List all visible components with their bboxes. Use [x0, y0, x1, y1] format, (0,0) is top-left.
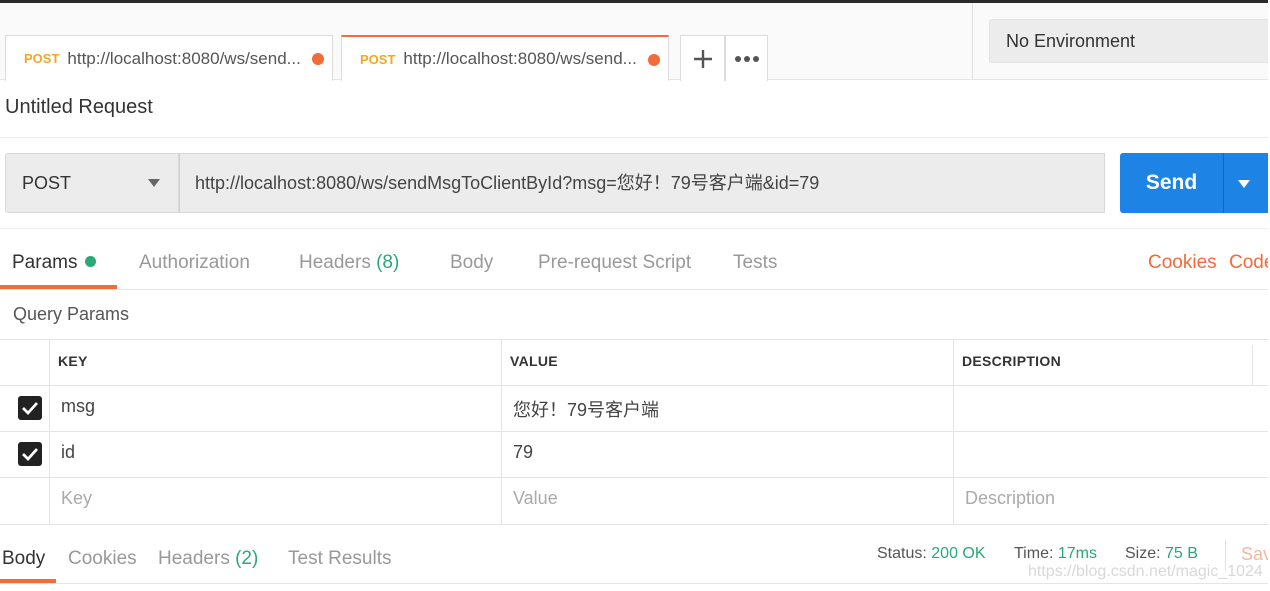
- request-tab-2[interactable]: POST http://localhost:8080/ws/send...: [341, 35, 669, 81]
- response-size: Size: 75 B: [1125, 545, 1198, 563]
- divider: [0, 583, 1270, 584]
- tab-params[interactable]: Params: [12, 252, 97, 274]
- time-value: 17ms: [1057, 545, 1097, 562]
- more-tabs-button[interactable]: [725, 35, 768, 81]
- tab-label: Params: [12, 252, 78, 273]
- cookies-link[interactable]: Cookies: [1148, 252, 1217, 274]
- query-params-table: KEY VALUE DESCRIPTION msg 您好！79号客户端 id 7…: [0, 339, 1270, 524]
- tab-authorization[interactable]: Authorization: [139, 252, 250, 274]
- save-response-button[interactable]: Sav: [1241, 544, 1270, 565]
- table-border: [0, 339, 1270, 340]
- method-label: POST: [22, 173, 72, 193]
- param-checkbox[interactable]: [18, 396, 42, 420]
- param-key[interactable]: id: [61, 442, 75, 463]
- column-divider: [953, 339, 954, 524]
- tab-prerequest-script[interactable]: Pre-request Script: [538, 252, 691, 274]
- column-divider: [1252, 345, 1253, 385]
- tab-url: http://localhost:8080/ws/send...: [67, 48, 301, 68]
- tab-headers[interactable]: Headers (8): [299, 252, 399, 274]
- column-header-description: DESCRIPTION: [962, 353, 1061, 369]
- query-params-title: Query Params: [13, 304, 130, 324]
- plus-icon: [693, 49, 712, 68]
- tab-method: POST: [24, 51, 60, 66]
- response-tab-cookies[interactable]: Cookies: [68, 548, 137, 570]
- active-dot-icon: [85, 256, 97, 267]
- new-key-input[interactable]: Key: [61, 488, 92, 509]
- ellipsis-icon: [734, 55, 759, 62]
- tab-url: http://localhost:8080/ws/send...: [403, 49, 637, 68]
- send-label: Send: [1145, 171, 1198, 194]
- new-value-input[interactable]: Value: [513, 488, 558, 509]
- request-tab-1[interactable]: POST http://localhost:8080/ws/send...: [5, 35, 333, 81]
- chevron-down-icon: [148, 179, 160, 187]
- param-value[interactable]: 您好！79号客户端: [513, 396, 659, 422]
- unsaved-dot-icon: [648, 54, 660, 66]
- table-border: [0, 477, 1270, 478]
- divider: [0, 289, 1270, 290]
- tab-label: Headers: [158, 548, 230, 569]
- column-divider: [501, 339, 502, 524]
- request-tab-bar: POST http://localhost:8080/ws/send... PO…: [0, 3, 972, 81]
- divider: [0, 137, 1270, 138]
- environment-bar: No Environment: [972, 3, 1270, 80]
- param-checkbox[interactable]: [18, 442, 42, 466]
- status-label: Status:: [877, 545, 927, 562]
- response-divider: [0, 524, 1270, 525]
- column-divider: [49, 339, 50, 524]
- request-title[interactable]: Untitled Request: [5, 96, 153, 119]
- url-input[interactable]: http://localhost:8080/ws/sendMsgToClient…: [179, 153, 1105, 213]
- param-key[interactable]: msg: [61, 396, 95, 417]
- tab-method: POST: [360, 51, 396, 67]
- response-tab-test-results[interactable]: Test Results: [288, 548, 391, 570]
- response-tab-body[interactable]: Body: [2, 548, 45, 570]
- time-label: Time:: [1014, 545, 1054, 562]
- size-label: Size:: [1125, 545, 1161, 562]
- table-border: [0, 385, 1270, 386]
- size-value: 75 B: [1165, 545, 1198, 562]
- param-value[interactable]: 79: [513, 442, 533, 463]
- new-description-input[interactable]: Description: [965, 488, 1055, 509]
- watermark: https://blog.csdn.net/magic_1024: [1028, 563, 1263, 580]
- code-link[interactable]: Code: [1229, 252, 1270, 274]
- response-tab-headers[interactable]: Headers (2): [158, 548, 258, 570]
- tab-tests[interactable]: Tests: [733, 252, 777, 274]
- response-status: Status: 200 OK: [877, 545, 986, 563]
- unsaved-dot-icon: [312, 53, 324, 65]
- column-header-key: KEY: [58, 353, 88, 369]
- column-header-value: VALUE: [510, 353, 558, 369]
- environment-select[interactable]: No Environment: [989, 19, 1270, 63]
- tab-body[interactable]: Body: [450, 252, 493, 274]
- send-button[interactable]: Send: [1120, 153, 1270, 213]
- headers-count: (2): [235, 548, 259, 569]
- tab-label: Headers: [299, 252, 371, 273]
- checkmark-icon: [22, 402, 39, 416]
- send-divider: [1223, 153, 1224, 213]
- headers-count: (8): [376, 252, 400, 273]
- new-tab-button[interactable]: [680, 35, 725, 81]
- table-border: [0, 431, 1270, 432]
- response-time: Time: 17ms: [1014, 545, 1097, 563]
- status-value: 200 OK: [931, 545, 986, 562]
- method-select[interactable]: POST: [5, 153, 179, 213]
- checkmark-icon: [22, 448, 39, 462]
- divider: [0, 228, 1270, 229]
- chevron-down-icon[interactable]: [1238, 180, 1250, 188]
